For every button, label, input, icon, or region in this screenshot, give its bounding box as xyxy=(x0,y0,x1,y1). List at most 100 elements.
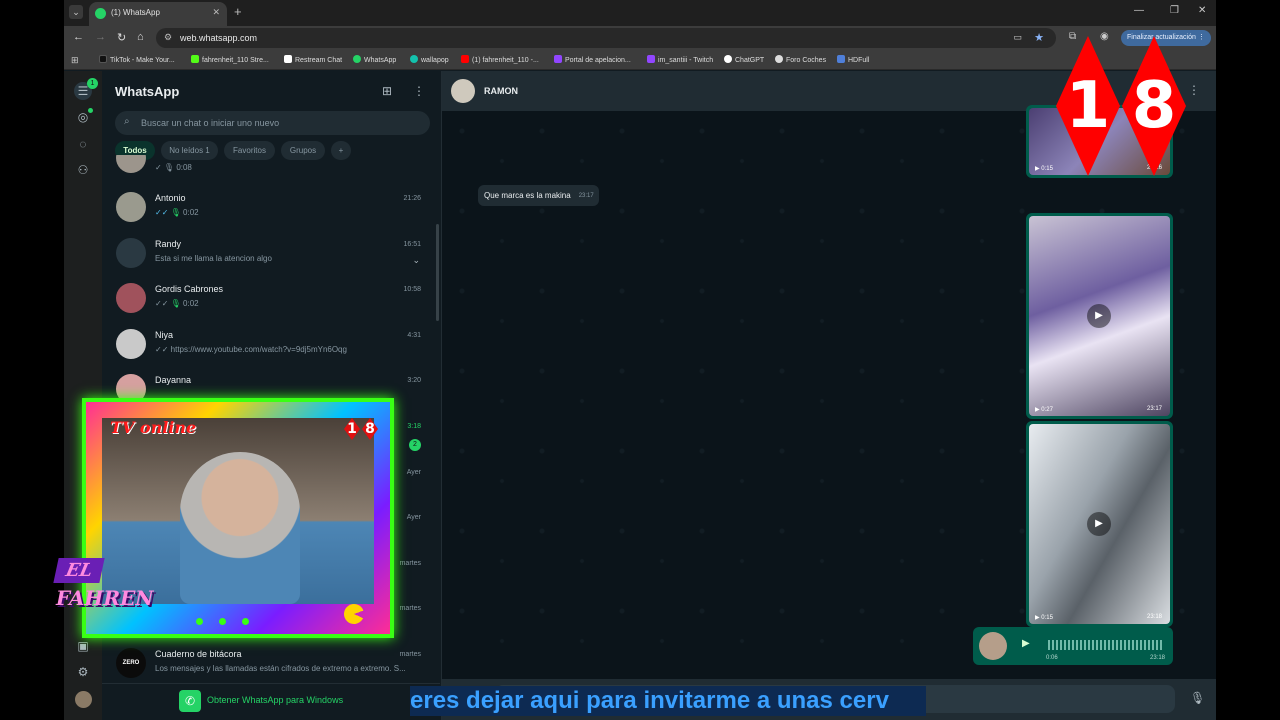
get-windows-banner[interactable]: ✆ Obtener WhatsApp para Windows xyxy=(102,683,440,720)
maximize-icon[interactable]: ❐ xyxy=(1170,5,1179,16)
video-duration-text: 0:15 xyxy=(1041,615,1053,621)
chats-badge: 1 xyxy=(87,78,98,89)
bookmark-label: Foro Coches xyxy=(786,57,827,64)
omnibox[interactable]: ⚙ web.whatsapp.com ▭ ★ xyxy=(156,28,1056,48)
reload-icon[interactable]: ↻ xyxy=(117,31,126,44)
chat-preview: ✓✓ 🎙 0:02 xyxy=(155,208,199,217)
bookmark-label: TikTok - Make Your... xyxy=(110,57,175,64)
avatar: ZERO xyxy=(116,648,146,678)
bookmark-star-icon[interactable]: ★ xyxy=(1034,31,1044,44)
profile-avatar[interactable] xyxy=(75,691,92,708)
communities-icon[interactable]: ⚇ xyxy=(74,161,92,179)
site-info-icon[interactable]: ⚙ xyxy=(164,32,172,43)
bookmark-twitch-portal[interactable]: Portal de apelacion... xyxy=(554,55,631,64)
bookmark-label: Portal de apelacion... xyxy=(565,57,631,64)
status-dot xyxy=(88,108,93,113)
bookmark-chatgpt[interactable]: ChatGPT xyxy=(724,55,764,64)
list-item[interactable]: ZERO Cuaderno de bitácora Los mensajes y… xyxy=(102,641,440,686)
audio-waveform[interactable] xyxy=(1048,640,1163,650)
chevron-down-icon[interactable]: ⌄ xyxy=(412,255,420,266)
list-item[interactable]: Randy Esta si me llama la atencion algo … xyxy=(102,231,440,276)
minimize-icon[interactable]: — xyxy=(1134,5,1144,16)
menu-icon[interactable]: ⋮ xyxy=(413,84,425,98)
search-icon: ⌕ xyxy=(124,116,130,127)
incoming-message[interactable]: Que marca es la makina 23:17 xyxy=(478,185,599,206)
new-chat-icon[interactable]: ⊞ xyxy=(382,84,392,98)
get-windows-label: Obtener WhatsApp para Windows xyxy=(207,695,344,705)
bookmark-hdfull[interactable]: HDFull xyxy=(837,55,869,64)
microphone-icon[interactable]: 🎙 xyxy=(1190,691,1205,705)
age-rating-badge: 1 8 xyxy=(1056,36,1188,176)
apps-grid-icon[interactable]: ⊞ xyxy=(71,55,79,66)
streamer-figure xyxy=(180,452,300,604)
bookmark-restream[interactable]: Restream Chat xyxy=(284,55,342,64)
bookmark-label: im_santiii - Twitch xyxy=(658,57,714,64)
chat-preview: Esta si me llama la atencion algo xyxy=(155,254,272,263)
message-time: 23:17 xyxy=(578,193,594,199)
play-icon[interactable]: ▶ xyxy=(1087,304,1111,328)
channels-icon[interactable]: ◌ xyxy=(74,135,92,153)
list-item[interactable]: Niya ✓✓ https://www.youtube.com/watch?v=… xyxy=(102,322,440,367)
bookmark-wallapop[interactable]: wallapop xyxy=(410,55,449,64)
list-item[interactable]: ✓ 🎙 0:08 xyxy=(102,155,440,179)
tv-online-label: TV online xyxy=(110,418,197,437)
install-app-icon[interactable]: ▭ xyxy=(1013,32,1022,43)
video-message[interactable]: ▶ ▶ 0:27 23:17 xyxy=(1026,213,1173,419)
forward-icon[interactable]: → xyxy=(95,31,106,43)
bookmark-label: (1) fahrenheit_110 -... xyxy=(472,57,539,64)
bookmark-twitch[interactable]: im_santiii - Twitch xyxy=(647,55,713,64)
chat-time: 21:26 xyxy=(403,195,421,202)
new-tab-icon[interactable]: + xyxy=(234,4,242,19)
whatsapp-logo-icon: ✆ xyxy=(179,690,201,712)
tab-whatsapp[interactable]: (1) WhatsApp ✕ xyxy=(89,2,227,26)
bookmark-label: fahrenheit_110 Stre... xyxy=(202,57,269,64)
conversation-menu-icon[interactable]: ⋮ xyxy=(1188,83,1200,97)
close-window-icon[interactable]: ✕ xyxy=(1198,5,1206,16)
play-icon[interactable]: ▶ xyxy=(1087,512,1111,536)
video-duration: ▶ 0:15 xyxy=(1035,166,1053,172)
app-title: WhatsApp xyxy=(115,84,180,99)
bookmark-label: HDFull xyxy=(848,57,870,64)
settings-gear-icon[interactable]: ⚙ xyxy=(74,663,92,681)
chat-time: 10:58 xyxy=(403,286,421,293)
video-thumbnail: ▶ ▶ 0:15 23:18 xyxy=(1029,424,1170,624)
contact-avatar[interactable] xyxy=(451,79,475,103)
avatar xyxy=(116,329,146,359)
list-item[interactable]: Antonio ✓✓ 🎙 0:02 21:26 xyxy=(102,185,440,230)
logo-prefix: EL xyxy=(53,558,106,583)
chat-preview: ✓✓ 🎙 0:02 xyxy=(155,299,199,308)
chat-name: Niya xyxy=(155,330,174,340)
video-duration-text: 0:27 xyxy=(1041,407,1053,413)
video-message[interactable]: ▶ ▶ 0:15 23:18 xyxy=(1026,421,1173,627)
list-item[interactable]: Gordis Cabrones ✓✓ 🎙 0:02 10:58 xyxy=(102,276,440,321)
search-input[interactable] xyxy=(141,111,421,135)
bookmark-whatsapp[interactable]: WhatsApp xyxy=(353,55,396,64)
badge-digit: 8 xyxy=(362,418,378,440)
chat-time: 3:20 xyxy=(407,377,421,384)
bookmark-label: wallapop xyxy=(421,57,449,64)
chat-preview: Los mensajes y las llamadas están cifrad… xyxy=(155,664,406,673)
ticker-banner: eres dejar aqui para invitarme a unas ce… xyxy=(410,686,926,716)
chat-time: 16:51 xyxy=(403,241,421,248)
chat-time: martes xyxy=(399,560,421,567)
bookmark-youtube[interactable]: (1) fahrenheit_110 -... xyxy=(461,55,539,64)
voice-message[interactable]: ▶ 0:06 23:18 xyxy=(973,627,1173,665)
home-icon[interactable]: ⌂ xyxy=(137,31,144,43)
bookmark-forocoches[interactable]: Foro Coches xyxy=(775,55,826,64)
address-bar: ← → ↻ ⌂ ⚙ web.whatsapp.com ▭ ★ ⧉ ◉ Final… xyxy=(64,26,1216,50)
scrollbar[interactable] xyxy=(436,224,439,321)
tab-search-icon[interactable]: ⌄ xyxy=(69,5,83,19)
logo-name: FAHREN xyxy=(56,586,154,610)
contact-name[interactable]: RAMON xyxy=(484,86,518,96)
back-icon[interactable]: ← xyxy=(73,31,84,43)
bookmark-tiktok[interactable]: TikTok - Make Your... xyxy=(99,55,175,64)
avatar xyxy=(116,192,146,222)
video-duration: ▶ 0:15 xyxy=(1035,615,1053,621)
avatar xyxy=(116,155,146,173)
audio-duration: 0:06 xyxy=(1046,655,1058,661)
tab-close-icon[interactable]: ✕ xyxy=(212,7,220,18)
play-icon[interactable]: ▶ xyxy=(1022,638,1030,649)
video-thumbnail: ▶ ▶ 0:27 23:17 xyxy=(1029,216,1170,416)
media-icon[interactable]: ▣ xyxy=(74,637,92,655)
bookmark-kick[interactable]: fahrenheit_110 Stre... xyxy=(191,55,269,64)
